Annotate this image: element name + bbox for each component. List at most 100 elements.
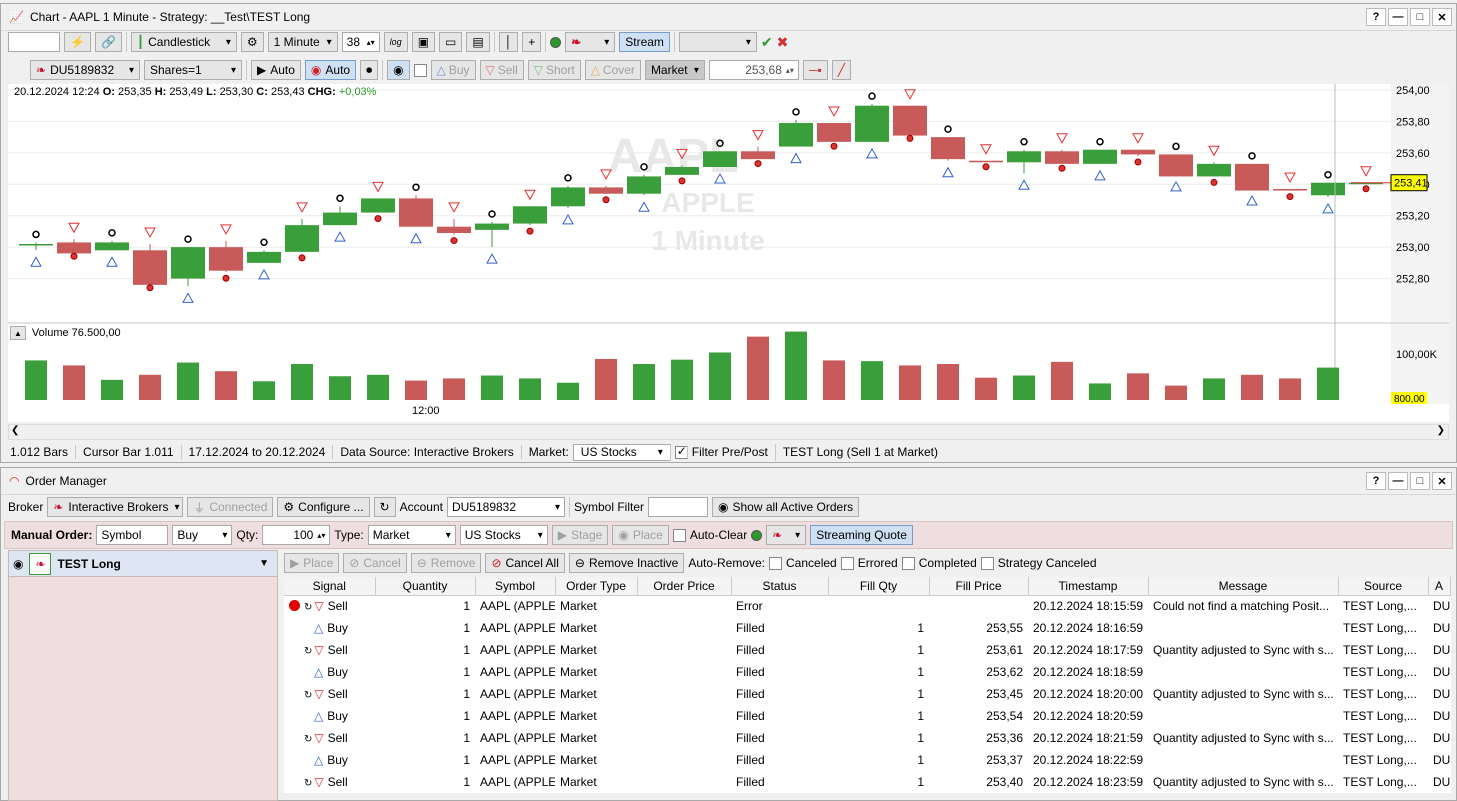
remove-inactive-button[interactable]: ⊖ Remove Inactive bbox=[568, 553, 685, 573]
strategy-item[interactable]: ◉ ❧ TEST Long ▼ bbox=[9, 551, 277, 577]
auto-clear-checkbox[interactable] bbox=[672, 528, 686, 542]
column-header[interactable]: Message bbox=[1148, 577, 1339, 596]
cell-signal: ↻ ▽ Sell bbox=[284, 639, 375, 661]
column-header[interactable]: Order Type bbox=[555, 577, 638, 596]
side-select[interactable]: Buy bbox=[172, 525, 233, 545]
table-row[interactable]: ↻ ▽ Sell 1 AAPL (APPLE Market Filled 1 253,45 20.… bbox=[284, 683, 1450, 705]
gear-icon[interactable]: ⚙ bbox=[240, 32, 264, 52]
table-row[interactable]: ↻ ▽ Sell 1 AAPL (APPLE Market Filled 1 253,36 20.… bbox=[284, 727, 1450, 749]
auto-button-2[interactable]: ◉ Auto bbox=[304, 60, 357, 80]
trend-line-icon[interactable]: ╱ bbox=[831, 60, 851, 80]
scroll-left-icon[interactable]: ❮ bbox=[11, 425, 19, 436]
bar-count-stepper[interactable]: 38 ▴▾ bbox=[341, 32, 380, 52]
help-button[interactable]: ? bbox=[1366, 472, 1386, 490]
price-stepper[interactable]: 253,68 ▴▾ bbox=[708, 60, 799, 80]
table-row[interactable]: ↻ ▽ Sell 1 AAPL (APPLE Market Filled 1 253,61 20.… bbox=[284, 639, 1450, 661]
minimize-button[interactable]: — bbox=[1388, 472, 1408, 490]
check-icon[interactable]: ✔ bbox=[761, 34, 773, 51]
sell-button[interactable]: ▽ Sell bbox=[479, 60, 524, 80]
column-header[interactable]: Signal bbox=[284, 577, 376, 596]
connected-button[interactable]: ⏚ Connected bbox=[187, 497, 274, 517]
cell-ts: 20.12.2024 18:22:59 bbox=[1033, 753, 1144, 767]
place-button[interactable]: ◉ Place bbox=[612, 525, 669, 545]
column-header[interactable]: Fill Price bbox=[929, 577, 1029, 596]
minimize-button[interactable]: — bbox=[1388, 8, 1408, 26]
shares-select[interactable]: Shares=1 bbox=[144, 60, 242, 80]
cancel-icon[interactable]: ✖ bbox=[777, 34, 789, 51]
interval-select[interactable]: 1 Minute bbox=[267, 32, 338, 52]
market-select[interactable]: US Stocks bbox=[572, 443, 671, 461]
maximize-button[interactable]: □ bbox=[1410, 472, 1430, 490]
column-header[interactable]: Source bbox=[1338, 577, 1429, 596]
broker-select[interactable]: ❧ Interactive Brokers bbox=[47, 497, 184, 517]
column-header[interactable]: Quantity bbox=[375, 577, 476, 596]
maximize-button[interactable]: □ bbox=[1410, 8, 1430, 26]
strategy-canceled-checkbox[interactable] bbox=[980, 556, 994, 570]
stage-button[interactable]: ▶ Stage bbox=[551, 525, 609, 545]
close-button[interactable]: ✕ bbox=[1432, 8, 1452, 26]
order-type-select[interactable]: Market bbox=[644, 60, 705, 80]
buy-button[interactable]: △ Buy bbox=[430, 60, 476, 80]
table-row[interactable]: ↻ ▽ Sell 1 AAPL (APPLE Market Filled 1 253,40 20.… bbox=[284, 771, 1450, 793]
price-chart[interactable]: 254,00253,80253,60253,40253,20253,00252,… bbox=[8, 84, 1449, 422]
collapse-volume-icon[interactable]: ▲ bbox=[10, 326, 26, 340]
errored-checkbox[interactable] bbox=[840, 556, 854, 570]
chart-horizontal-scrollbar[interactable]: ❮ ❯ bbox=[8, 424, 1449, 440]
account-select[interactable]: DU5189832 bbox=[446, 497, 565, 517]
column-header[interactable]: Fill Qty bbox=[828, 577, 930, 596]
short-button[interactable]: ▽ Short bbox=[527, 60, 581, 80]
eye-icon[interactable]: ◉ bbox=[13, 557, 23, 571]
scroll-right-icon[interactable]: ❯ bbox=[1437, 425, 1445, 436]
table-row[interactable]: △ Buy 1 AAPL (APPLE Market Filled 1 253,54 20.12… bbox=[284, 705, 1450, 727]
show-orders-checkbox[interactable] bbox=[413, 63, 427, 77]
chevron-down-icon[interactable]: ▼ bbox=[259, 558, 269, 569]
remove-order-button[interactable]: ⊖ Remove bbox=[410, 553, 482, 573]
table-row[interactable]: △ Buy 1 AAPL (APPLE Market Filled 1 253,37 20.12… bbox=[284, 749, 1450, 771]
cover-button[interactable]: △ Cover bbox=[584, 60, 641, 80]
market-select[interactable]: US Stocks bbox=[459, 525, 548, 545]
qty-stepper[interactable]: 100 ▴▾ bbox=[262, 525, 331, 545]
help-button[interactable]: ? bbox=[1366, 8, 1386, 26]
column-header[interactable]: Status bbox=[731, 577, 829, 596]
show-all-active-orders-button[interactable]: ◉ Show all Active Orders bbox=[711, 497, 860, 517]
link-icon[interactable]: 🔗 bbox=[94, 32, 122, 52]
streaming-quote-button[interactable]: Streaming Quote bbox=[810, 525, 913, 545]
chart-type-select[interactable]: ┃ Candlestick bbox=[130, 32, 237, 52]
crosshair-icon[interactable]: + bbox=[522, 32, 542, 52]
column-header[interactable]: Timestamp bbox=[1028, 577, 1149, 596]
account-select[interactable]: ❧ DU5189832 bbox=[30, 60, 140, 80]
stop-icon[interactable]: ⏺ bbox=[360, 60, 379, 80]
price-line-icon[interactable]: ─▪ bbox=[802, 60, 828, 80]
manual-symbol-input[interactable]: Symbol bbox=[96, 525, 169, 545]
symbol-filter-input[interactable] bbox=[647, 497, 708, 517]
column-header[interactable]: Order Price bbox=[637, 577, 732, 596]
auto-button-1[interactable]: ▶ Auto bbox=[251, 60, 301, 80]
stream-button[interactable]: Stream bbox=[619, 32, 670, 52]
lightning-icon[interactable]: ⚡ bbox=[64, 32, 91, 52]
layout-icon[interactable]: ▤ bbox=[466, 32, 490, 52]
camera-icon[interactable]: ▣ bbox=[411, 32, 436, 52]
quote-broker-select[interactable]: ❧ bbox=[766, 525, 807, 545]
type-select[interactable]: Market bbox=[367, 525, 456, 545]
eye-icon[interactable]: ◉ bbox=[387, 60, 410, 80]
configure-button[interactable]: ⚙ Configure ... bbox=[277, 497, 370, 517]
cursor-line-icon[interactable]: │ bbox=[498, 32, 519, 52]
panel-icon[interactable]: ▭ bbox=[439, 32, 463, 52]
table-row[interactable]: △ Buy 1 AAPL (APPLE Market Filled 1 253,55 20.12… bbox=[284, 617, 1450, 639]
canceled-checkbox[interactable] bbox=[769, 556, 783, 570]
completed-checkbox[interactable] bbox=[901, 556, 915, 570]
table-row[interactable]: △ Buy 1 AAPL (APPLE Market Filled 1 253,62 20.12… bbox=[284, 661, 1450, 683]
cancel-order-button[interactable]: ⊘ Cancel bbox=[343, 553, 407, 573]
cancel-all-button[interactable]: ⊘ Cancel All bbox=[485, 553, 565, 573]
symbol-input[interactable] bbox=[8, 32, 60, 52]
place-order-button[interactable]: ▶ Place bbox=[284, 553, 340, 573]
filter-prepost-checkbox[interactable] bbox=[674, 444, 688, 459]
broker-select[interactable]: ❧ bbox=[565, 32, 616, 52]
table-row[interactable]: ↻ ▽ Sell 1 AAPL (APPLE Market Error 20.12.2024 … bbox=[284, 595, 1450, 617]
close-button[interactable]: ✕ bbox=[1432, 472, 1452, 490]
refresh-icon[interactable]: ↻ bbox=[373, 497, 396, 517]
column-header[interactable]: Symbol bbox=[475, 577, 556, 596]
log-scale-button[interactable]: log bbox=[383, 32, 408, 52]
column-header[interactable]: A bbox=[1428, 577, 1451, 596]
strategy-select[interactable] bbox=[678, 32, 757, 52]
